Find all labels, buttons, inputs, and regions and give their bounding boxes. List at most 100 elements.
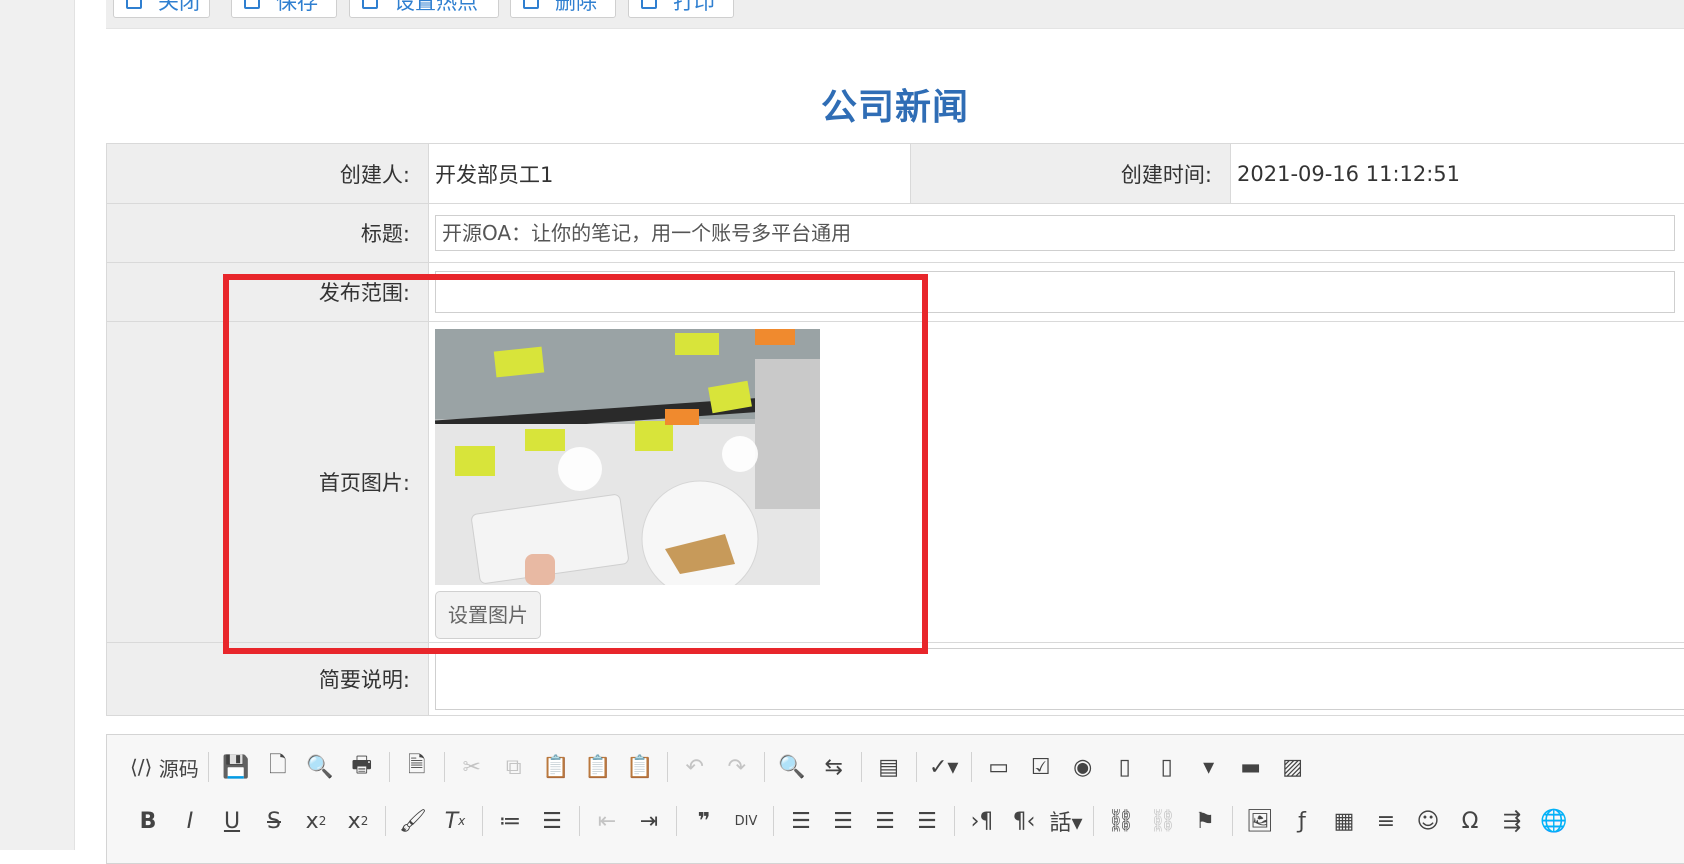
delete-icon bbox=[523, 0, 539, 9]
separator bbox=[773, 806, 774, 836]
separator bbox=[971, 752, 972, 782]
preview-icon[interactable]: 🔍 bbox=[299, 749, 341, 785]
save-icon bbox=[244, 0, 260, 9]
created-time-value: 2021-09-16 11:12:51 bbox=[1231, 144, 1684, 204]
separator bbox=[861, 752, 862, 782]
print-icon[interactable]: 🖶 bbox=[341, 749, 383, 785]
div-icon[interactable]: DIV bbox=[725, 803, 767, 839]
italic-icon[interactable]: I bbox=[169, 803, 211, 839]
separator bbox=[482, 806, 483, 836]
find-icon[interactable]: 🔍 bbox=[771, 749, 813, 785]
separator bbox=[667, 752, 668, 782]
source-icon: ⟨/⟩ bbox=[130, 755, 152, 779]
textfield-icon[interactable]: ▯ bbox=[1104, 749, 1146, 785]
unlink-icon[interactable]: ⛓ bbox=[1142, 803, 1184, 839]
title-input[interactable]: 开源OA：让你的笔记，用一个账号多平台通用 bbox=[435, 215, 1675, 251]
save-button[interactable]: 保存 bbox=[231, 0, 337, 18]
separator bbox=[1232, 806, 1233, 836]
bulleted-list-icon[interactable]: ☰ bbox=[531, 803, 573, 839]
separator bbox=[208, 752, 209, 782]
save-icon[interactable]: 💾 bbox=[215, 749, 257, 785]
separator bbox=[916, 752, 917, 782]
hidden-field-icon[interactable]: ▨ bbox=[1272, 749, 1314, 785]
scope-label: 发布范围: bbox=[107, 263, 429, 322]
scope-cell bbox=[429, 263, 1684, 322]
print-button[interactable]: 打印 bbox=[628, 0, 734, 18]
replace-icon[interactable]: ⇆ bbox=[813, 749, 855, 785]
rich-text-editor-toolbar: ⟨/⟩ 源码 💾 🗋 🔍 🖶 🗎 ✂ ⧉ 📋 📋 📋 ↶ ↷ 🔍 ⇆ ▤ ✓▾ … bbox=[106, 734, 1684, 864]
news-form: 创建人: 开发部员工1 创建时间: 2021-09-16 11:12:51 标题… bbox=[106, 143, 1684, 716]
language-icon[interactable]: 話▾ bbox=[1045, 803, 1087, 839]
rtl-icon[interactable]: ¶‹ bbox=[1003, 803, 1045, 839]
spellcheck-icon[interactable]: ✓▾ bbox=[923, 749, 965, 785]
page-break-icon[interactable]: ⇶ bbox=[1491, 803, 1533, 839]
cover-image-label: 首页图片: bbox=[107, 322, 429, 643]
top-toolbar: 关闭 保存 设置热点 删除 打印 bbox=[106, 0, 1684, 29]
delete-button[interactable]: 删除 bbox=[510, 0, 616, 18]
separator bbox=[389, 752, 390, 782]
blockquote-icon[interactable]: ❞ bbox=[683, 803, 725, 839]
paste-text-icon[interactable]: 📋 bbox=[577, 749, 619, 785]
editor-toolbar-row-2: B I U S x2 x2 🖌 Tx ≔ ☰ ⇤ ⇥ ❞ DIV ☰ ☰ ☰ ☰… bbox=[127, 801, 1575, 841]
bold-icon[interactable]: B bbox=[127, 803, 169, 839]
separator bbox=[444, 752, 445, 782]
indent-icon[interactable]: ⇥ bbox=[628, 803, 670, 839]
paste-icon[interactable]: 📋 bbox=[535, 749, 577, 785]
remove-format-icon[interactable]: Tx bbox=[434, 803, 476, 839]
align-right-icon[interactable]: ☰ bbox=[864, 803, 906, 839]
cover-image-cell: 设置图片 bbox=[429, 322, 1684, 643]
justify-icon[interactable]: ☰ bbox=[906, 803, 948, 839]
summary-label: 简要说明: bbox=[107, 643, 429, 716]
separator bbox=[579, 806, 580, 836]
paste-word-icon[interactable]: 📋 bbox=[619, 749, 661, 785]
textarea-icon[interactable]: ▯ bbox=[1146, 749, 1188, 785]
link-icon[interactable]: ⛓ bbox=[1100, 803, 1142, 839]
subscript-icon[interactable]: x2 bbox=[295, 803, 337, 839]
checkbox-icon[interactable]: ☑ bbox=[1020, 749, 1062, 785]
strike-icon[interactable]: S bbox=[253, 803, 295, 839]
smiley-icon[interactable]: ☺ bbox=[1407, 803, 1449, 839]
form-icon[interactable]: ▭ bbox=[978, 749, 1020, 785]
outdent-icon[interactable]: ⇤ bbox=[586, 803, 628, 839]
ltr-icon[interactable]: ›¶ bbox=[961, 803, 1003, 839]
new-page-icon[interactable]: 🗋 bbox=[257, 749, 299, 785]
button-icon[interactable]: ▬ bbox=[1230, 749, 1272, 785]
undo-icon[interactable]: ↶ bbox=[674, 749, 716, 785]
hr-icon[interactable]: ≡ bbox=[1365, 803, 1407, 839]
align-center-icon[interactable]: ☰ bbox=[822, 803, 864, 839]
select-all-icon[interactable]: ▤ bbox=[868, 749, 910, 785]
redo-icon[interactable]: ↷ bbox=[716, 749, 758, 785]
title-cell: 开源OA：让你的笔记，用一个账号多平台通用 bbox=[429, 204, 1684, 263]
underline-icon[interactable]: U bbox=[211, 803, 253, 839]
scope-input[interactable] bbox=[435, 271, 1675, 313]
special-char-icon[interactable]: Ω bbox=[1449, 803, 1491, 839]
print-icon bbox=[641, 0, 657, 9]
source-button[interactable]: ⟨/⟩ 源码 bbox=[127, 749, 202, 785]
copy-icon[interactable]: ⧉ bbox=[493, 749, 535, 785]
flash-icon[interactable]: ƒ bbox=[1281, 803, 1323, 839]
page-title: 公司新闻 bbox=[106, 78, 1684, 130]
set-image-button[interactable]: 设置图片 bbox=[435, 591, 541, 639]
radio-icon[interactable]: ◉ bbox=[1062, 749, 1104, 785]
summary-cell bbox=[429, 643, 1684, 716]
templates-icon[interactable]: 🗎 bbox=[396, 749, 438, 785]
copy-format-icon[interactable]: 🖌 bbox=[392, 803, 434, 839]
creator-label: 创建人: bbox=[107, 144, 429, 204]
separator bbox=[954, 806, 955, 836]
anchor-icon[interactable]: ⚑ bbox=[1184, 803, 1226, 839]
separator bbox=[385, 806, 386, 836]
summary-textarea[interactable] bbox=[435, 648, 1684, 710]
close-button[interactable]: 关闭 bbox=[113, 0, 210, 18]
set-hotspot-button[interactable]: 设置热点 bbox=[349, 0, 499, 18]
align-left-icon[interactable]: ☰ bbox=[780, 803, 822, 839]
superscript-icon[interactable]: x2 bbox=[337, 803, 379, 839]
separator bbox=[764, 752, 765, 782]
hotspot-icon bbox=[362, 0, 378, 9]
image-icon[interactable]: 🖼 bbox=[1239, 803, 1281, 839]
iframe-icon[interactable]: 🌐 bbox=[1533, 803, 1575, 839]
created-time-label: 创建时间: bbox=[911, 144, 1231, 204]
select-icon[interactable]: ▾ bbox=[1188, 749, 1230, 785]
numbered-list-icon[interactable]: ≔ bbox=[489, 803, 531, 839]
table-icon[interactable]: ▦ bbox=[1323, 803, 1365, 839]
cut-icon[interactable]: ✂ bbox=[451, 749, 493, 785]
